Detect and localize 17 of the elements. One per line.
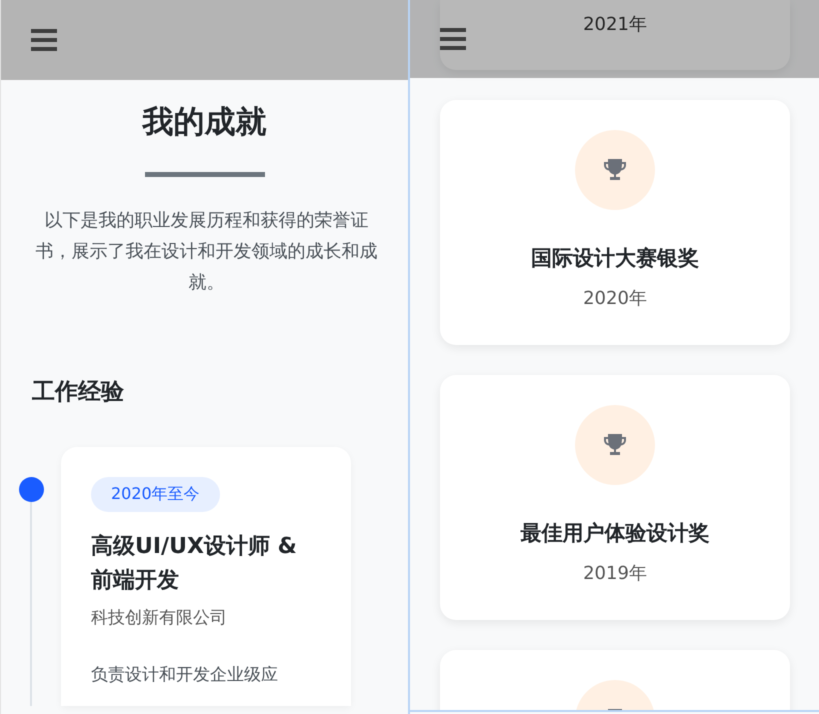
page-title: 我的成就: [141, 103, 268, 142]
award-title: 最佳用户体验设计奖: [520, 520, 710, 547]
award-year: 2021年: [583, 13, 647, 36]
menu-button[interactable]: [440, 28, 466, 50]
company-name: 科技创新有限公司: [91, 607, 228, 629]
timeline-dot: [18, 477, 44, 502]
period-badge: 2020年至今: [91, 477, 220, 512]
section-heading: 工作经验: [32, 378, 125, 407]
intro-text: 以下是我的职业发展历程和获得的荣誉证书，展示了我在设计和开发领域的成长和成就。: [35, 209, 378, 295]
menu-button[interactable]: [31, 29, 57, 51]
job-description: 负责设计和开发企业级应: [91, 664, 279, 686]
award-title: 国际设计大赛银奖: [531, 245, 699, 272]
menu-icon: [440, 28, 466, 50]
award-year: 2020年: [583, 287, 647, 310]
award-year: 2019年: [583, 562, 647, 585]
menu-icon: [31, 29, 57, 51]
job-title: 高级UI/UX设计师 & 前端开发: [91, 532, 298, 595]
